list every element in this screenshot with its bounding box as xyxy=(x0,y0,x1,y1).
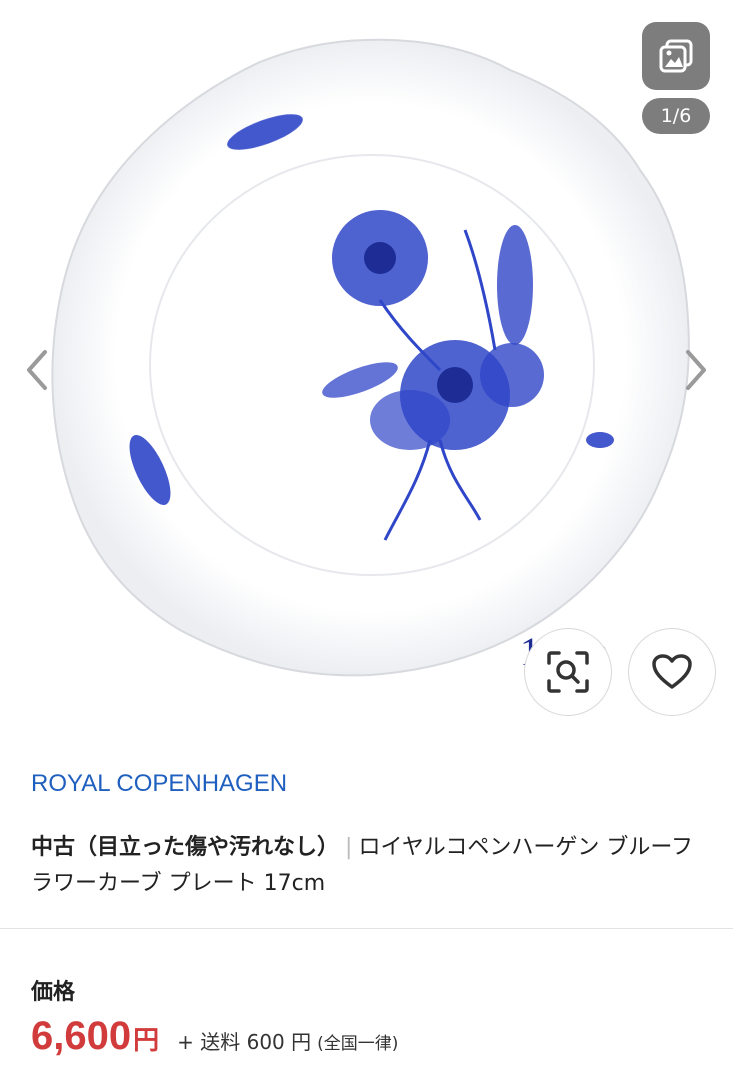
shipping-text: + 送料 600 円 xyxy=(177,1030,312,1054)
price-row: 6,600 円 + 送料 600 円 (全国一律) xyxy=(31,1014,398,1059)
gallery-button[interactable] xyxy=(642,22,710,90)
image-search-button[interactable] xyxy=(524,628,612,716)
brand-link[interactable]: ROYAL COPENHAGEN xyxy=(31,770,287,798)
chevron-right-icon xyxy=(686,350,706,390)
chevron-left-icon xyxy=(27,350,47,390)
heart-icon xyxy=(652,654,692,689)
product-title: 中古（目立った傷や汚れなし） | ロイヤルコペンハーゲン ブルーフラワーカーブ プレ… xyxy=(31,830,711,902)
shipping-fee: + 送料 600 円 (全国一律) xyxy=(177,1026,398,1055)
price-amount: 6,600 xyxy=(31,1014,132,1058)
price-label: 価格 xyxy=(31,980,76,1005)
image-counter: 1/6 xyxy=(642,98,710,134)
gallery-icon xyxy=(659,39,693,73)
price-currency: 円 xyxy=(133,1026,160,1056)
shipping-note: (全国一律) xyxy=(317,1034,399,1054)
prev-image-button[interactable] xyxy=(22,342,52,398)
next-image-button[interactable] xyxy=(681,342,711,398)
image-search-icon xyxy=(547,651,589,693)
favorite-button[interactable] xyxy=(628,628,716,716)
title-separator: | xyxy=(345,835,353,860)
product-photo: 17cm xyxy=(51,38,690,677)
section-divider xyxy=(0,928,733,929)
product-image-gallery[interactable]: 17cm 1/6 xyxy=(0,0,733,740)
condition-label: 中古（目立った傷や汚れなし） xyxy=(31,835,340,860)
